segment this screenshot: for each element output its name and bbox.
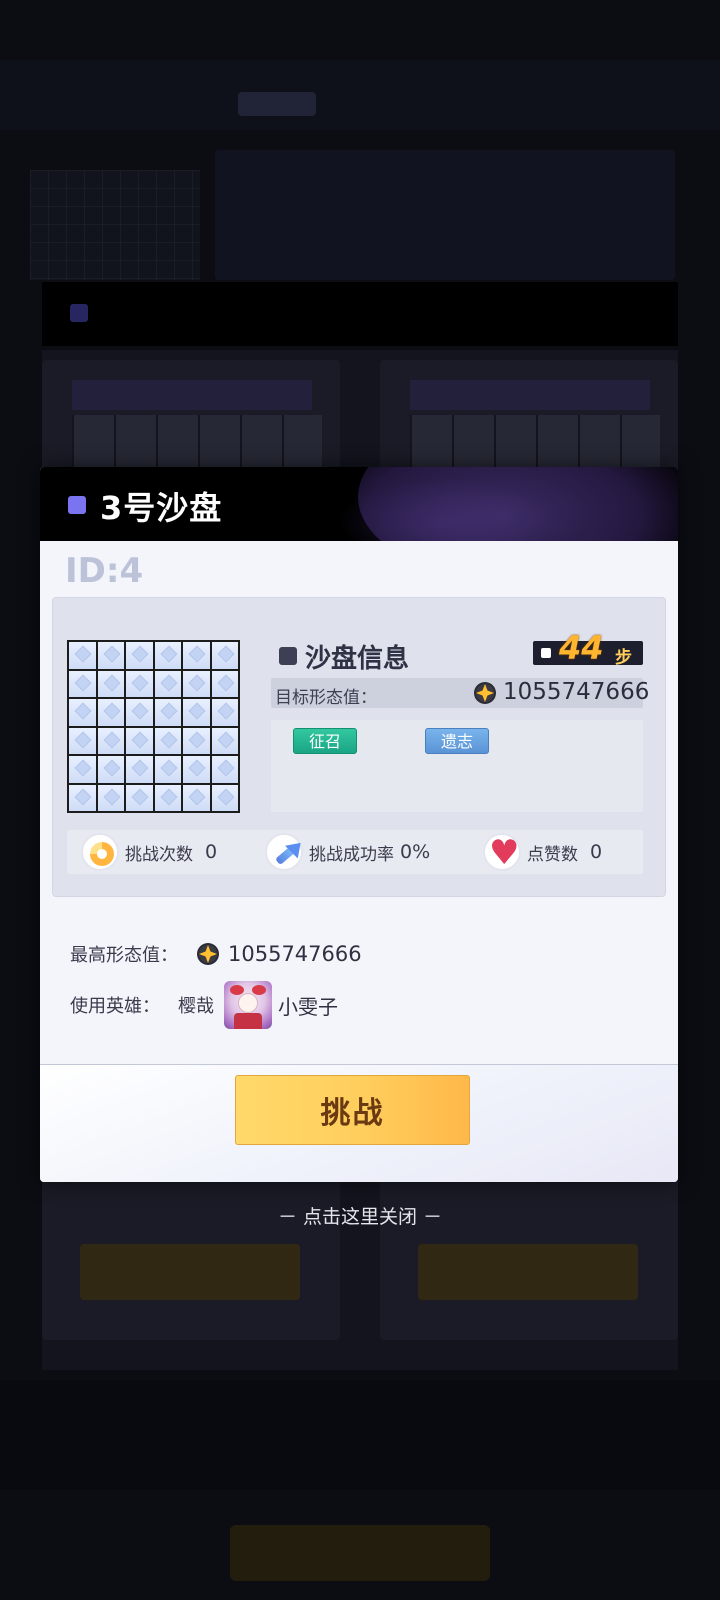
board-cell xyxy=(211,642,238,669)
challenge-button-label: 挑战 xyxy=(320,1096,385,1131)
avatar-bow xyxy=(252,985,266,995)
avatar-body xyxy=(234,1013,262,1029)
board-cell xyxy=(97,699,124,726)
tag-conscription[interactable]: 征召 xyxy=(293,728,357,754)
board-cell xyxy=(154,756,181,783)
stats-row: 挑战次数 0 挑战成功率 0% 点赞数 0 xyxy=(67,830,643,875)
coin-icon xyxy=(473,681,497,705)
hero-row: 使用英雄： 樱哉 小雯子 xyxy=(70,981,338,1029)
board-cell xyxy=(97,756,124,783)
stat-success-rate-value: 0% xyxy=(400,841,431,863)
board-cell xyxy=(69,756,96,783)
tag-legacy[interactable]: 遗志 xyxy=(425,728,489,754)
target-value-row: 目标形态值： 1055747666 xyxy=(271,678,649,708)
board-cell xyxy=(126,670,153,697)
steps-value: 44 xyxy=(559,629,604,667)
board-cell xyxy=(69,670,96,697)
dialog-title: 3号沙盘 xyxy=(100,489,223,527)
sandbox-board[interactable] xyxy=(67,640,240,813)
board-cell xyxy=(211,784,238,811)
arrow-up-icon xyxy=(265,833,303,871)
board-cell xyxy=(126,642,153,669)
board-cell xyxy=(154,670,181,697)
board-cell xyxy=(183,784,210,811)
coin-icon xyxy=(196,942,220,966)
dialog-header: 3号沙盘 xyxy=(40,467,678,541)
hero-label: 使用英雄： xyxy=(70,996,160,1017)
stat-likes-value: 0 xyxy=(590,841,603,863)
board-cell xyxy=(211,670,238,697)
stat-attempts-label: 挑战次数 xyxy=(125,844,193,865)
board-cell xyxy=(211,756,238,783)
board-cell xyxy=(211,699,238,726)
challenge-button[interactable]: 挑战 xyxy=(235,1075,470,1145)
sandbox-id: ID:4 xyxy=(65,551,144,591)
heart-icon[interactable] xyxy=(483,831,521,875)
hero-name: 樱哉 xyxy=(178,996,214,1017)
hero-avatar[interactable] xyxy=(224,981,272,1029)
best-value: 1055747666 xyxy=(228,942,362,966)
stat-attempts: 挑战次数 0 xyxy=(81,832,217,872)
board-cell xyxy=(154,699,181,726)
board-cell xyxy=(154,642,181,669)
board-cell xyxy=(126,727,153,754)
board-cell xyxy=(183,670,210,697)
tags-box: 征召 遗志 xyxy=(271,720,643,812)
board-cell xyxy=(97,642,124,669)
steps-unit: 步 xyxy=(615,648,632,668)
pie-chart-icon xyxy=(81,833,119,871)
board-cell xyxy=(69,642,96,669)
board-cell xyxy=(97,727,124,754)
stat-likes-label: 点赞数 xyxy=(527,844,578,865)
board-cell xyxy=(183,699,210,726)
stat-likes: 点赞数 0 xyxy=(483,831,603,875)
close-hint[interactable]: － 点击这里关闭 － xyxy=(0,1202,720,1229)
target-value: 1055747666 xyxy=(503,679,650,705)
board-cell xyxy=(97,784,124,811)
board-cell xyxy=(211,727,238,754)
board-cell xyxy=(69,699,96,726)
board-cell xyxy=(69,727,96,754)
best-label: 最高形态值： xyxy=(70,945,178,966)
board-cell xyxy=(69,784,96,811)
section-square-icon xyxy=(279,647,297,665)
sandbox-info-card: 沙盘信息 44 步 目标形态值： 1055747666 征召 遗志 挑战次数 0… xyxy=(52,597,666,897)
sandbox-dialog: 3号沙盘 ID:4 沙盘信息 44 步 目标形态值： 1055747666 征召… xyxy=(40,467,678,1182)
board-cell xyxy=(154,727,181,754)
board-cell xyxy=(126,784,153,811)
section-title: 沙盘信息 xyxy=(305,644,410,674)
board-cell xyxy=(154,784,181,811)
dialog-footer: 挑战 xyxy=(40,1064,678,1182)
stat-success-rate-label: 挑战成功率 xyxy=(309,844,394,865)
board-cell xyxy=(183,756,210,783)
board-cell xyxy=(97,670,124,697)
steps-badge: 44 步 xyxy=(533,629,643,668)
board-cell xyxy=(183,727,210,754)
stat-attempts-value: 0 xyxy=(205,841,218,863)
steps-square-icon xyxy=(541,648,551,658)
best-value-row: 最高形态值： 1055747666 xyxy=(70,941,362,967)
board-cell xyxy=(183,642,210,669)
hero-nickname: 小雯子 xyxy=(278,994,338,1019)
title-square-icon xyxy=(68,496,86,514)
board-cell xyxy=(126,756,153,783)
target-label: 目标形态值： xyxy=(275,688,377,708)
board-cell xyxy=(126,699,153,726)
stat-success-rate: 挑战成功率 0% xyxy=(265,832,430,872)
avatar-face xyxy=(238,993,258,1013)
